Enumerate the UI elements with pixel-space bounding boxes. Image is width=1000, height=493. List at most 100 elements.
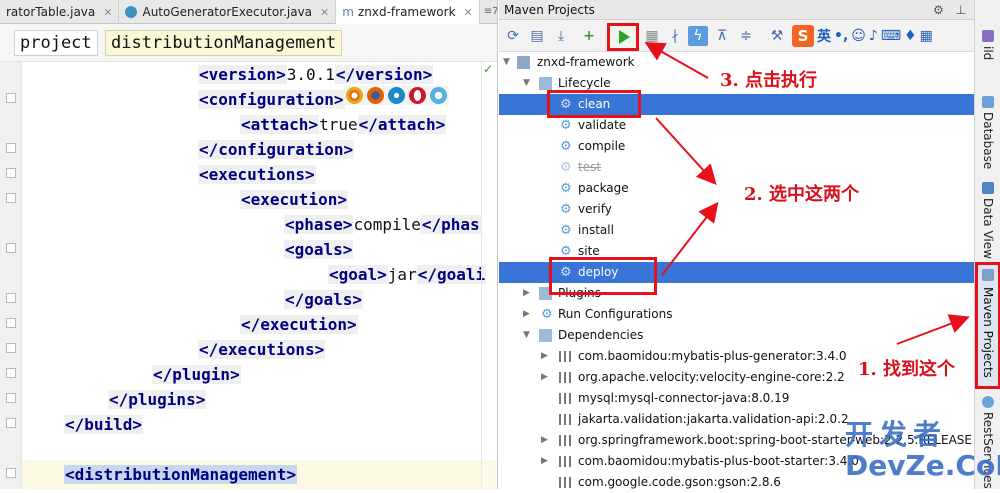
collapse-arrow-icon[interactable]: ▶ xyxy=(541,430,548,451)
gear-icon: ⚙ xyxy=(560,181,572,196)
tool-window-database[interactable]: Database xyxy=(981,112,995,169)
sogou-icon[interactable]: S xyxy=(792,25,814,47)
fold-marker[interactable] xyxy=(6,193,16,203)
annotation-step-1: 1. 找到这个 xyxy=(858,359,956,380)
tab-auto-generator-executor[interactable]: AutoGeneratorExecutor.java ✕ xyxy=(119,0,337,24)
fold-marker[interactable] xyxy=(6,243,16,253)
keyboard-icon[interactable]: ⌨ xyxy=(881,28,901,44)
fold-marker[interactable] xyxy=(6,468,16,478)
xml-tag: </goali xyxy=(416,265,487,284)
tree-node-label: Run Configurations xyxy=(558,307,673,321)
fold-marker[interactable] xyxy=(6,368,16,378)
code-line: <version>3.0.1</version> xyxy=(198,62,434,87)
ime-punctuation[interactable]: •, xyxy=(834,28,848,44)
fold-marker[interactable] xyxy=(6,143,16,153)
breadcrumb-project[interactable]: project xyxy=(14,30,98,56)
dependency-item[interactable]: mysql:mysql-connector-java:8.0.19 xyxy=(499,388,974,409)
toggle-offline-icon[interactable]: ∤ xyxy=(665,26,685,46)
code-line: </execution> xyxy=(240,312,358,337)
lifecycle-goal-package[interactable]: ⚙ package xyxy=(499,178,974,199)
gear-icon: ⚙ xyxy=(560,118,572,133)
folder-icon xyxy=(539,77,552,90)
tree-node-dependencies[interactable]: ▼ Dependencies xyxy=(499,325,974,346)
goal-label: validate xyxy=(578,118,627,132)
breadcrumb-distribution-management[interactable]: distributionManagement xyxy=(105,30,343,56)
lifecycle-goal-validate[interactable]: ⚙ validate xyxy=(499,115,974,136)
tool-window-maven-projects[interactable]: Maven Projects xyxy=(975,262,1000,389)
tab-znxd-framework[interactable]: m znxd-framework ✕ xyxy=(336,0,480,24)
tab-overflow-button[interactable]: ≡7 xyxy=(480,0,497,23)
xml-tag: </plugin> xyxy=(152,365,241,384)
ime-language[interactable]: 英 xyxy=(817,26,831,46)
generate-sources-icon[interactable]: ▤ xyxy=(527,26,547,46)
show-dependencies-icon[interactable]: ⊼ xyxy=(712,26,732,46)
download-icon[interactable]: ⤓ xyxy=(551,26,571,46)
breadcrumb: project distributionManagement xyxy=(0,24,497,62)
skin-icon[interactable]: ♦ xyxy=(904,28,917,44)
editor-tab-bar: ratorTable.java ✕ AutoGeneratorExecutor.… xyxy=(0,0,497,24)
xml-tag: </configuration> xyxy=(198,140,355,159)
collapse-arrow-icon[interactable]: ▶ xyxy=(541,451,548,472)
microphone-icon[interactable]: ♪ xyxy=(869,28,878,44)
fold-marker[interactable] xyxy=(6,93,16,103)
xml-tag: <distributionManagement> xyxy=(64,465,298,484)
xml-text: jar xyxy=(387,265,417,284)
close-icon[interactable]: ✕ xyxy=(464,6,473,19)
maven-settings-icon[interactable]: ⚒ xyxy=(767,26,787,46)
collapse-arrow-icon[interactable]: ▶ xyxy=(541,367,548,388)
watermark: 开发者 DevZe.CoM xyxy=(845,420,1000,486)
expand-arrow-icon[interactable]: ▼ xyxy=(523,325,530,346)
code-area[interactable]: <version>3.0.1</version> <configuration>… xyxy=(22,62,497,489)
library-icon xyxy=(559,435,571,446)
reimport-icon[interactable]: ⟳ xyxy=(503,26,523,46)
code-line: </goals> xyxy=(284,287,364,312)
dependency-label: jakarta.validation:jakarta.validation-ap… xyxy=(578,412,849,426)
collapse-all-icon[interactable]: ≑ xyxy=(736,26,756,46)
run-maven-build-button[interactable] xyxy=(607,23,639,51)
fold-marker[interactable] xyxy=(6,343,16,353)
chrome-icon[interactable] xyxy=(346,87,363,104)
xml-tag: <version> xyxy=(198,65,287,84)
tab-generator-table[interactable]: ratorTable.java ✕ xyxy=(0,0,120,24)
gear-icon: ⚙ xyxy=(560,139,572,154)
lifecycle-goal-verify[interactable]: ⚙ verify xyxy=(499,199,974,220)
expand-arrow-icon[interactable]: ▼ xyxy=(523,73,530,94)
rest-services-icon xyxy=(982,396,994,408)
fold-marker[interactable] xyxy=(6,293,16,303)
lifecycle-goal-install[interactable]: ⚙ install xyxy=(499,220,974,241)
xml-tag: <attach> xyxy=(240,115,320,134)
toolbox-icon[interactable]: ▦ xyxy=(920,28,933,44)
emoji-icon[interactable]: ☺ xyxy=(851,28,866,44)
opera-icon[interactable] xyxy=(409,87,426,104)
tool-window-data-view[interactable]: Data View xyxy=(981,198,995,259)
tree-node-run-configurations[interactable]: ▶ ⚙ Run Configurations xyxy=(499,304,974,325)
fold-marker[interactable] xyxy=(6,393,16,403)
gear-icon: ⚙ xyxy=(560,223,572,238)
java-class-icon xyxy=(125,6,138,18)
execute-goal-icon[interactable]: ▦ xyxy=(642,26,662,46)
gear-icon: ⚙ xyxy=(560,160,572,175)
safari-icon[interactable] xyxy=(388,87,405,104)
skip-tests-icon[interactable]: ϟ xyxy=(688,26,708,46)
code-line: <phase>compile</phas xyxy=(284,212,481,237)
tool-window-build[interactable]: ild xyxy=(981,46,995,60)
collapse-arrow-icon[interactable]: ▶ xyxy=(523,304,530,325)
xml-tag: </plugins> xyxy=(108,390,207,409)
firefox-icon[interactable] xyxy=(367,87,384,104)
fold-marker[interactable] xyxy=(6,168,16,178)
add-project-icon[interactable]: + xyxy=(579,26,599,46)
lifecycle-goal-test[interactable]: ⚙ test xyxy=(499,157,974,178)
panel-header: Maven Projects ⚙ ⊥ xyxy=(499,0,974,20)
xml-text: compile xyxy=(353,215,421,234)
code-line: </plugins> xyxy=(108,387,207,412)
lifecycle-goal-compile[interactable]: ⚙ compile xyxy=(499,136,974,157)
close-icon[interactable]: ✕ xyxy=(103,6,112,19)
ie-icon[interactable] xyxy=(430,87,447,104)
fold-marker[interactable] xyxy=(6,318,16,328)
fold-marker[interactable] xyxy=(6,418,16,428)
collapse-arrow-icon[interactable]: ▶ xyxy=(541,346,548,367)
expand-arrow-icon[interactable]: ▼ xyxy=(503,52,510,73)
collapse-arrow-icon[interactable]: ▶ xyxy=(523,283,530,304)
panel-settings-icon[interactable]: ⚙ ⊥ xyxy=(933,0,970,20)
close-icon[interactable]: ✕ xyxy=(320,6,329,19)
